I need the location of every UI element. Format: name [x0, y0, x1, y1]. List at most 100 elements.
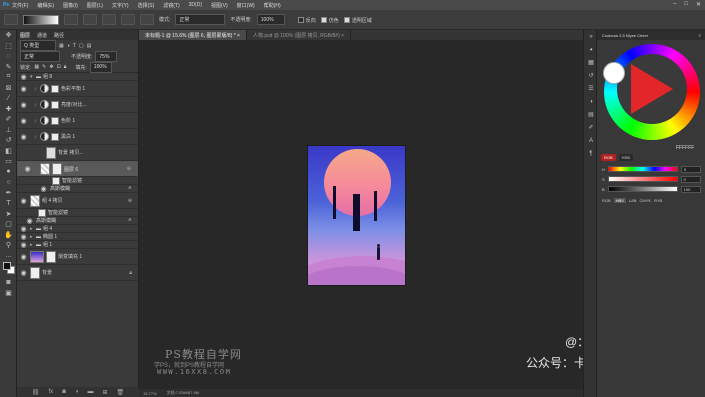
eyedropper-tool-icon[interactable]: ⁄	[0, 93, 17, 104]
document-canvas[interactable]	[307, 145, 406, 286]
color-panel-icon[interactable]: ◕	[584, 43, 598, 56]
more-tools-icon[interactable]: …	[0, 251, 17, 262]
gradient-tool-preset-icon[interactable]	[4, 14, 18, 25]
menu-3d[interactable]: 3D(D)	[189, 2, 202, 8]
properties-panel-icon[interactable]: ☰	[584, 82, 598, 95]
type-tool-icon[interactable]: T	[0, 198, 17, 209]
new-layer-icon[interactable]: ⊞	[102, 389, 107, 396]
foreground-color-swatch[interactable]	[3, 262, 11, 270]
filter-shape-icon[interactable]: ▢	[79, 43, 84, 49]
filter-options-icon[interactable]: ≚	[128, 218, 132, 224]
brightness-value-input[interactable]: 100	[680, 185, 701, 193]
eye-icon[interactable]: ◉	[17, 73, 30, 81]
mask-thumbnail[interactable]	[51, 132, 59, 141]
menu-filter[interactable]: 滤镜(T)	[163, 2, 179, 9]
eye-icon[interactable]: ◉	[37, 185, 50, 193]
collapse-icon[interactable]: »	[584, 30, 598, 43]
move-tool-icon[interactable]: ✥	[0, 30, 17, 41]
eye-icon[interactable]: ◉	[17, 133, 30, 141]
angle-gradient-icon[interactable]	[102, 14, 116, 25]
opacity-input[interactable]: 100%	[256, 14, 285, 25]
maximize-button[interactable]: □	[684, 1, 688, 8]
eraser-tool-icon[interactable]: ◧	[0, 146, 17, 157]
adjustment-layer-icon[interactable]: ◑	[75, 389, 79, 395]
screen-mode-icon[interactable]: ▣	[0, 288, 17, 299]
quick-mask-icon[interactable]: ◙	[0, 277, 17, 288]
new-group-icon[interactable]: ▬	[87, 389, 93, 395]
pen-tool-icon[interactable]: ✒	[0, 188, 17, 199]
menu-window[interactable]: 窗口(W)	[237, 2, 255, 9]
color-wheel[interactable]	[604, 44, 700, 140]
current-color-swatch[interactable]	[603, 62, 625, 84]
path-select-tool-icon[interactable]: ➤	[0, 209, 17, 220]
character-panel-icon[interactable]: A	[584, 134, 598, 147]
filter-type-icon[interactable]: T	[73, 43, 76, 49]
menu-file[interactable]: 文件(F)	[12, 2, 28, 9]
reflected-gradient-icon[interactable]	[121, 14, 135, 25]
lock-pixels-icon[interactable]: ▦	[34, 64, 39, 70]
history-brush-tool-icon[interactable]: ↺	[0, 135, 17, 146]
lock-all-icon[interactable]: 🔒︎	[64, 64, 67, 70]
quick-select-tool-icon[interactable]: ✎	[0, 62, 17, 73]
saturation-slider[interactable]	[607, 176, 678, 182]
lock-paint-icon[interactable]: ✎	[42, 64, 46, 70]
layer-row[interactable]: ◉ 高斯模糊 ≚	[17, 217, 138, 225]
hue-slider[interactable]	[607, 166, 678, 172]
blend-mode-select[interactable]: 正常	[20, 51, 60, 62]
filter-pixel-icon[interactable]: ▦	[59, 43, 64, 49]
tab-layers[interactable]: 图层	[20, 32, 30, 39]
eye-icon[interactable]: ◉	[17, 197, 30, 205]
layer-thumbnail[interactable]	[40, 163, 50, 175]
layer-row[interactable]: ◉ ↓ 黑白 1	[17, 129, 138, 145]
add-mask-icon[interactable]: ◙	[62, 389, 66, 395]
transparency-checkbox[interactable]: 透明区域	[343, 16, 372, 24]
layer-row[interactable]: ◉ ↓ 亮度/对比...	[17, 97, 138, 113]
menu-layer[interactable]: 图层(L)	[87, 2, 103, 9]
menu-edit[interactable]: 编辑(E)	[37, 2, 54, 9]
diamond-gradient-icon[interactable]	[140, 14, 154, 25]
eye-icon[interactable]: ◉	[17, 85, 30, 93]
layer-row[interactable]: ◉ ↓ 色彩平衡 1	[17, 81, 138, 97]
layer-opacity-input[interactable]: 75%	[95, 51, 118, 62]
paragraph-panel-icon[interactable]: ¶	[584, 147, 598, 160]
eye-icon[interactable]: ◉	[17, 101, 30, 109]
link-layers-icon[interactable]: ⛓	[32, 389, 40, 396]
mask-thumbnail[interactable]	[51, 100, 59, 109]
fx-icon[interactable]: fx	[49, 389, 54, 395]
layer-row[interactable]: ◉ ▸ ▬ 椭圆 1	[17, 233, 138, 241]
healing-brush-tool-icon[interactable]: ✚	[0, 104, 17, 115]
hand-tool-icon[interactable]: ✋	[0, 230, 17, 241]
mask-thumbnail[interactable]	[51, 116, 59, 125]
mode-select[interactable]: 正常	[175, 14, 226, 25]
layer-thumbnail[interactable]	[30, 194, 40, 207]
filter-mask-thumbnail[interactable]	[52, 176, 60, 185]
gradient-fill-thumbnail[interactable]	[30, 250, 44, 263]
tab-channels[interactable]: 通道	[37, 32, 47, 39]
space-tab-lab[interactable]: LAB	[629, 198, 637, 203]
linear-gradient-icon[interactable]	[64, 14, 78, 25]
close-button[interactable]: ✕	[696, 1, 701, 8]
frame-tool-icon[interactable]: ⊠	[0, 83, 17, 94]
history-panel-icon[interactable]: ↺	[584, 69, 598, 82]
hue-value-input[interactable]: 0	[680, 165, 701, 173]
zoom-level[interactable]: 15.77%	[143, 391, 157, 396]
eye-icon[interactable]: ◉	[17, 233, 30, 241]
filter-smart-icon[interactable]: ▤	[87, 43, 92, 49]
layer-row[interactable]: ◉ 高斯模糊 ≚	[17, 185, 138, 193]
space-tab-ryb[interactable]: RYB	[654, 198, 662, 203]
tab-paths[interactable]: 路径	[54, 32, 64, 39]
filter-adjust-icon[interactable]: ◑	[67, 43, 70, 49]
layer-row-selected[interactable]: ◉ 图层 6 ⊕	[17, 161, 138, 177]
document-tab-active[interactable]: 未标题-1 @ 15.6% (图层 6, 图层蒙版/8) * ×	[139, 30, 247, 40]
menu-type[interactable]: 文字(Y)	[112, 2, 129, 9]
gradient-tool-icon[interactable]: ▭	[0, 156, 17, 167]
mask-thumbnail[interactable]	[46, 250, 56, 263]
panel-menu-icon[interactable]: ≡	[699, 33, 701, 38]
minimize-button[interactable]: –	[673, 1, 676, 8]
lock-position-icon[interactable]: ✥	[49, 64, 53, 70]
layer-row[interactable]: ◉ ↓ 色阶 1	[17, 113, 138, 129]
fill-input[interactable]: 100%	[89, 61, 112, 73]
menu-help[interactable]: 帮助(H)	[264, 2, 281, 9]
dither-checkbox[interactable]: 仿色	[320, 16, 339, 24]
layer-row[interactable]: ◉ ▸ ▬ 组 4	[17, 225, 138, 233]
